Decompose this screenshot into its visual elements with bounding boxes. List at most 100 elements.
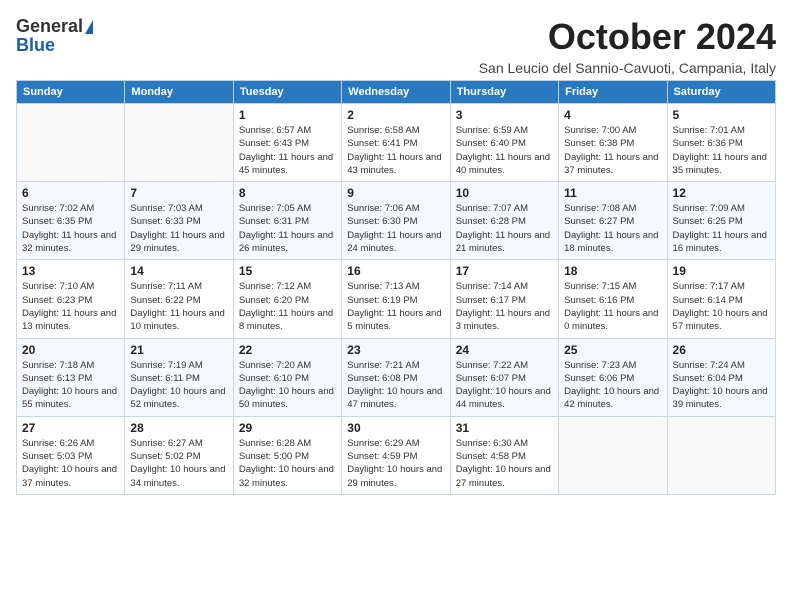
day-number: 29 [239,421,336,435]
header-wednesday: Wednesday [342,81,450,104]
day-number: 17 [456,264,553,278]
logo-general: General [16,16,83,37]
month-title: October 2024 [479,16,776,58]
calendar-cell: 4 Sunrise: 7:00 AMSunset: 6:38 PMDaylight… [559,104,667,182]
day-number: 3 [456,108,553,122]
day-info: Sunrise: 7:14 AMSunset: 6:17 PMDaylight:… [456,280,553,333]
day-number: 27 [22,421,119,435]
day-info: Sunrise: 7:08 AMSunset: 6:27 PMDaylight:… [564,202,661,255]
day-info: Sunrise: 7:02 AMSunset: 6:35 PMDaylight:… [22,202,119,255]
day-number: 2 [347,108,444,122]
header-monday: Monday [125,81,233,104]
day-info: Sunrise: 7:06 AMSunset: 6:30 PMDaylight:… [347,202,444,255]
day-info: Sunrise: 7:22 AMSunset: 6:07 PMDaylight:… [456,359,553,412]
day-number: 6 [22,186,119,200]
day-number: 23 [347,343,444,357]
day-number: 21 [130,343,227,357]
day-number: 15 [239,264,336,278]
day-info: Sunrise: 7:24 AMSunset: 6:04 PMDaylight:… [673,359,770,412]
day-info: Sunrise: 7:03 AMSunset: 6:33 PMDaylight:… [130,202,227,255]
week-row-3: 13 Sunrise: 7:10 AMSunset: 6:23 PMDayligh… [17,260,776,338]
calendar-cell: 13 Sunrise: 7:10 AMSunset: 6:23 PMDayligh… [17,260,125,338]
header-thursday: Thursday [450,81,558,104]
calendar-cell: 6 Sunrise: 7:02 AMSunset: 6:35 PMDaylight… [17,182,125,260]
calendar-cell: 26 Sunrise: 7:24 AMSunset: 6:04 PMDayligh… [667,338,775,416]
page-container: General Blue October 2024 San Leucio del… [16,16,776,495]
day-info: Sunrise: 7:20 AMSunset: 6:10 PMDaylight:… [239,359,336,412]
day-number: 14 [130,264,227,278]
day-info: Sunrise: 7:13 AMSunset: 6:19 PMDaylight:… [347,280,444,333]
calendar-cell: 20 Sunrise: 7:18 AMSunset: 6:13 PMDayligh… [17,338,125,416]
day-info: Sunrise: 7:10 AMSunset: 6:23 PMDaylight:… [22,280,119,333]
header-tuesday: Tuesday [233,81,341,104]
day-number: 11 [564,186,661,200]
day-number: 5 [673,108,770,122]
day-number: 1 [239,108,336,122]
calendar-cell: 22Sunrise: 7:20 AMSunset: 6:10 PMDayligh… [233,338,341,416]
calendar-cell: 12Sunrise: 7:09 AMSunset: 6:25 PMDayligh… [667,182,775,260]
calendar-cell: 3Sunrise: 6:59 AMSunset: 6:40 PMDaylight… [450,104,558,182]
calendar-cell: 28Sunrise: 6:27 AMSunset: 5:02 PMDayligh… [125,416,233,494]
week-row-5: 27Sunrise: 6:26 AMSunset: 5:03 PMDayligh… [17,416,776,494]
day-number: 20 [22,343,119,357]
day-number: 18 [564,264,661,278]
day-info: Sunrise: 6:28 AMSunset: 5:00 PMDaylight:… [239,437,336,490]
weekday-header-row: Sunday Monday Tuesday Wednesday Thursday… [17,81,776,104]
calendar-cell [125,104,233,182]
day-info: Sunrise: 7:07 AMSunset: 6:28 PMDaylight:… [456,202,553,255]
logo-blue: Blue [16,35,55,56]
title-section: October 2024 San Leucio del Sannio-Cavuo… [479,16,776,76]
day-number: 13 [22,264,119,278]
day-number: 16 [347,264,444,278]
day-number: 4 [564,108,661,122]
calendar-cell: 11 Sunrise: 7:08 AMSunset: 6:27 PMDayligh… [559,182,667,260]
day-number: 26 [673,343,770,357]
week-row-2: 6 Sunrise: 7:02 AMSunset: 6:35 PMDaylight… [17,182,776,260]
header-sunday: Sunday [17,81,125,104]
calendar-cell: 29 Sunrise: 6:28 AMSunset: 5:00 PMDayligh… [233,416,341,494]
calendar-cell: 27Sunrise: 6:26 AMSunset: 5:03 PMDayligh… [17,416,125,494]
calendar-cell: 10 Sunrise: 7:07 AMSunset: 6:28 PMDayligh… [450,182,558,260]
calendar-table: Sunday Monday Tuesday Wednesday Thursday… [16,80,776,495]
calendar-cell: 30 Sunrise: 6:29 AMSunset: 4:59 PMDayligh… [342,416,450,494]
day-info: Sunrise: 6:30 AMSunset: 4:58 PMDaylight:… [456,437,553,490]
day-number: 25 [564,343,661,357]
calendar-cell: 25Sunrise: 7:23 AMSunset: 6:06 PMDayligh… [559,338,667,416]
header: General Blue October 2024 San Leucio del… [16,16,776,76]
header-friday: Friday [559,81,667,104]
calendar-cell: 2 Sunrise: 6:58 AMSunset: 6:41 PMDaylight… [342,104,450,182]
day-info: Sunrise: 6:57 AMSunset: 6:43 PMDaylight:… [239,124,336,177]
day-info: Sunrise: 6:29 AMSunset: 4:59 PMDaylight:… [347,437,444,490]
day-number: 7 [130,186,227,200]
day-info: Sunrise: 7:00 AMSunset: 6:38 PMDaylight:… [564,124,661,177]
day-number: 8 [239,186,336,200]
day-number: 9 [347,186,444,200]
day-info: Sunrise: 7:18 AMSunset: 6:13 PMDaylight:… [22,359,119,412]
calendar-cell [667,416,775,494]
day-number: 30 [347,421,444,435]
calendar-cell [559,416,667,494]
day-info: Sunrise: 7:05 AMSunset: 6:31 PMDaylight:… [239,202,336,255]
calendar-cell: 5 Sunrise: 7:01 AMSunset: 6:36 PMDaylight… [667,104,775,182]
calendar-cell: 15Sunrise: 7:12 AMSunset: 6:20 PMDayligh… [233,260,341,338]
day-info: Sunrise: 7:01 AMSunset: 6:36 PMDaylight:… [673,124,770,177]
calendar-cell: 9 Sunrise: 7:06 AMSunset: 6:30 PMDaylight… [342,182,450,260]
logo: General Blue [16,16,93,56]
day-info: Sunrise: 7:11 AMSunset: 6:22 PMDaylight:… [130,280,227,333]
day-number: 10 [456,186,553,200]
day-number: 24 [456,343,553,357]
calendar-cell: 24 Sunrise: 7:22 AMSunset: 6:07 PMDayligh… [450,338,558,416]
calendar-cell: 1 Sunrise: 6:57 AMSunset: 6:43 PMDaylight… [233,104,341,182]
week-row-1: 1 Sunrise: 6:57 AMSunset: 6:43 PMDaylight… [17,104,776,182]
day-number: 31 [456,421,553,435]
calendar-cell: 16 Sunrise: 7:13 AMSunset: 6:19 PMDayligh… [342,260,450,338]
day-number: 19 [673,264,770,278]
calendar-cell: 19Sunrise: 7:17 AMSunset: 6:14 PMDayligh… [667,260,775,338]
day-info: Sunrise: 6:58 AMSunset: 6:41 PMDaylight:… [347,124,444,177]
calendar-cell: 7 Sunrise: 7:03 AMSunset: 6:33 PMDaylight… [125,182,233,260]
calendar-cell: 31 Sunrise: 6:30 AMSunset: 4:58 PMDayligh… [450,416,558,494]
calendar-cell: 18Sunrise: 7:15 AMSunset: 6:16 PMDayligh… [559,260,667,338]
location-title: San Leucio del Sannio-Cavuoti, Campania,… [479,60,776,76]
day-number: 12 [673,186,770,200]
calendar-cell: 14 Sunrise: 7:11 AMSunset: 6:22 PMDayligh… [125,260,233,338]
